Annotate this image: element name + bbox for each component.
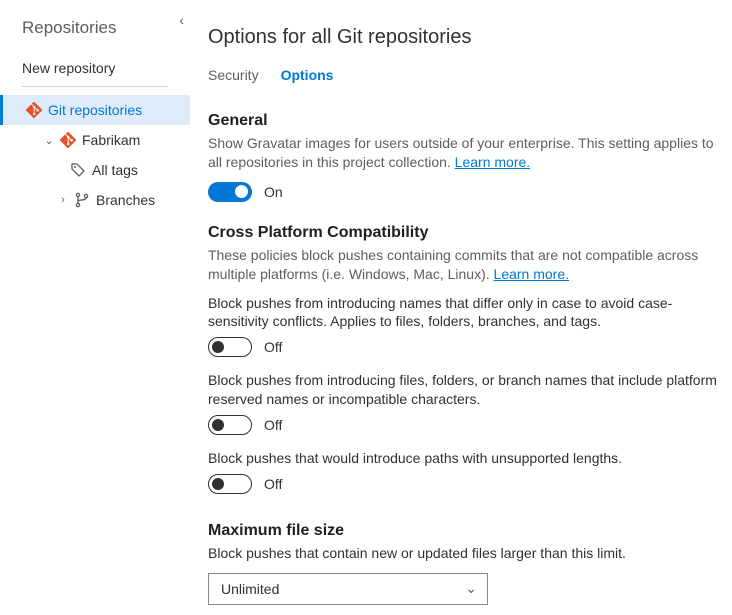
max-file-size-select[interactable]: Unlimited ⌄ (208, 573, 488, 605)
branch-icon (74, 192, 90, 208)
chevron-right-icon: › (58, 194, 68, 206)
collapse-sidebar-icon[interactable]: ‹ (179, 12, 184, 28)
toggle-state: Off (264, 476, 282, 492)
main-content: Options for all Git repositories Securit… (190, 0, 732, 615)
toggle-state: Off (264, 417, 282, 433)
policy-toggle-row: Off (208, 337, 720, 357)
reserved-names-toggle[interactable] (208, 415, 252, 435)
tree-item-all-tags[interactable]: All tags (0, 155, 190, 185)
tree-label: All tags (92, 162, 138, 178)
toggle-state: Off (264, 339, 282, 355)
policy-toggle-row: Off (208, 415, 720, 435)
maxsize-description: Block pushes that contain new or updated… (208, 544, 720, 563)
sidebar: ‹ Repositories New repository Git reposi… (0, 0, 190, 615)
policy-toggle-row: Off (208, 474, 720, 494)
policy-text: Block pushes from introducing names that… (208, 294, 720, 332)
case-sensitivity-toggle[interactable] (208, 337, 252, 357)
policy-reserved-names: Block pushes from introducing files, fol… (208, 371, 720, 435)
general-heading: General (208, 112, 720, 130)
gravatar-toggle[interactable] (208, 182, 252, 202)
learn-more-link[interactable]: Learn more. (455, 154, 530, 170)
compat-description: These policies block pushes containing c… (208, 246, 720, 284)
tree-item-git-repositories[interactable]: Git repositories (0, 95, 190, 125)
gravatar-toggle-row: On (208, 182, 720, 202)
repo-tree: Git repositories ⌄ Fabrikam All tags › B… (0, 95, 190, 215)
chevron-down-icon: ⌄ (465, 580, 477, 597)
tab-security[interactable]: Security (208, 67, 259, 85)
maxsize-heading: Maximum file size (208, 522, 720, 540)
sidebar-title: Repositories (0, 18, 190, 52)
tree-label: Fabrikam (82, 132, 140, 148)
policy-text: Block pushes from introducing files, fol… (208, 371, 720, 409)
policy-case-sensitivity: Block pushes from introducing names that… (208, 294, 720, 358)
tree-label: Git repositories (48, 102, 142, 118)
tree-item-branches[interactable]: › Branches (0, 185, 190, 215)
new-repository-link[interactable]: New repository (0, 52, 190, 86)
git-repo-icon (26, 102, 42, 118)
path-length-toggle[interactable] (208, 474, 252, 494)
tree-label: Branches (96, 192, 155, 208)
compat-heading: Cross Platform Compatibility (208, 224, 720, 242)
policy-path-length: Block pushes that would introduce paths … (208, 449, 720, 494)
tab-bar: Security Options (208, 67, 720, 86)
sidebar-divider (22, 86, 168, 87)
gravatar-toggle-state: On (264, 184, 283, 200)
learn-more-link[interactable]: Learn more. (494, 266, 569, 282)
compat-description-text: These policies block pushes containing c… (208, 247, 698, 282)
page-title: Options for all Git repositories (208, 26, 720, 49)
select-value: Unlimited (221, 581, 279, 597)
chevron-down-icon: ⌄ (44, 134, 54, 147)
tab-options[interactable]: Options (281, 67, 334, 85)
tag-icon (70, 162, 86, 178)
general-description: Show Gravatar images for users outside o… (208, 134, 720, 172)
policy-text: Block pushes that would introduce paths … (208, 449, 720, 468)
tree-item-fabrikam[interactable]: ⌄ Fabrikam (0, 125, 190, 155)
git-repo-icon (60, 132, 76, 148)
